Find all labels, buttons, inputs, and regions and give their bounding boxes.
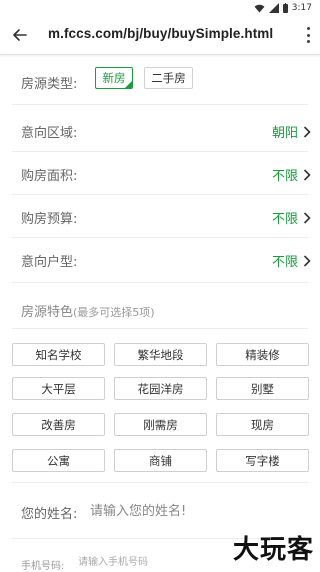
- features-title: 房源特色(最多可选择5项): [21, 301, 155, 320]
- layout-label: 意向户型:: [21, 255, 78, 270]
- budget-row[interactable]: 购房预算: 不限: [0, 196, 320, 236]
- wifi-icon: [254, 4, 265, 13]
- feature-tag[interactable]: 刚需房: [114, 413, 207, 436]
- size-row[interactable]: 购房面积: 不限: [0, 153, 320, 193]
- divider: [12, 104, 308, 105]
- area-value: 朝阳: [271, 126, 298, 141]
- chevron-right-icon: [303, 126, 311, 138]
- chevron-right-icon: [303, 212, 311, 224]
- feature-tag[interactable]: 写字楼: [216, 449, 309, 472]
- watermark-logo: 大玩客: [232, 535, 314, 565]
- battery-icon: [282, 2, 288, 13]
- status-time: 3:17: [291, 3, 312, 13]
- divider: [12, 194, 308, 195]
- signal-icon: [268, 3, 279, 13]
- house-type-new-button[interactable]: 新房: [95, 67, 133, 89]
- divider: [12, 237, 308, 238]
- house-type-second-hand-button[interactable]: 二手房: [144, 67, 193, 89]
- feature-tag[interactable]: 公寓: [12, 449, 105, 472]
- name-input[interactable]: [90, 500, 290, 522]
- browser-url-bar: m.fccs.com/bj/buy/buySimple.html: [0, 16, 320, 55]
- feature-tag[interactable]: 花园洋房: [114, 377, 207, 400]
- chevron-right-icon: [303, 169, 311, 181]
- budget-label: 购房预算:: [21, 212, 78, 227]
- layout-row[interactable]: 意向户型: 不限: [0, 239, 320, 279]
- more-vert-icon[interactable]: [306, 27, 310, 43]
- name-label: 您的姓名:: [21, 507, 78, 522]
- divider: [12, 482, 308, 483]
- phone-input[interactable]: [78, 555, 228, 569]
- feature-tag[interactable]: 商铺: [114, 449, 207, 472]
- area-row[interactable]: 意向区域: 朝阳: [0, 110, 320, 150]
- area-label: 意向区域:: [21, 126, 78, 141]
- feature-tag[interactable]: 别墅: [216, 377, 309, 400]
- feature-tag[interactable]: 大平层: [12, 377, 105, 400]
- divider: [12, 151, 308, 152]
- url-text[interactable]: m.fccs.com/bj/buy/buySimple.html: [48, 26, 273, 41]
- feature-tag[interactable]: 改善房: [12, 413, 105, 436]
- divider: [12, 328, 308, 329]
- house-type-label: 房源类型:: [21, 77, 78, 92]
- chevron-right-icon: [303, 255, 311, 267]
- feature-tag[interactable]: 现房: [216, 413, 309, 436]
- features-hint: (最多可选择5项): [73, 306, 155, 319]
- status-bar: 3:17: [0, 0, 320, 16]
- feature-tag[interactable]: 精装修: [216, 343, 309, 366]
- feature-tag[interactable]: 繁华地段: [114, 343, 207, 366]
- divider: [12, 282, 308, 283]
- feature-tag[interactable]: 知名学校: [12, 343, 105, 366]
- size-label: 购房面积:: [21, 169, 78, 184]
- back-arrow-icon[interactable]: [10, 25, 30, 45]
- features-title-text: 房源特色: [21, 305, 74, 320]
- layout-value: 不限: [271, 255, 298, 270]
- phone-label: 手机号码:: [21, 561, 65, 572]
- budget-value: 不限: [271, 212, 298, 227]
- status-icons: 3:17: [254, 2, 312, 14]
- size-value: 不限: [271, 169, 298, 184]
